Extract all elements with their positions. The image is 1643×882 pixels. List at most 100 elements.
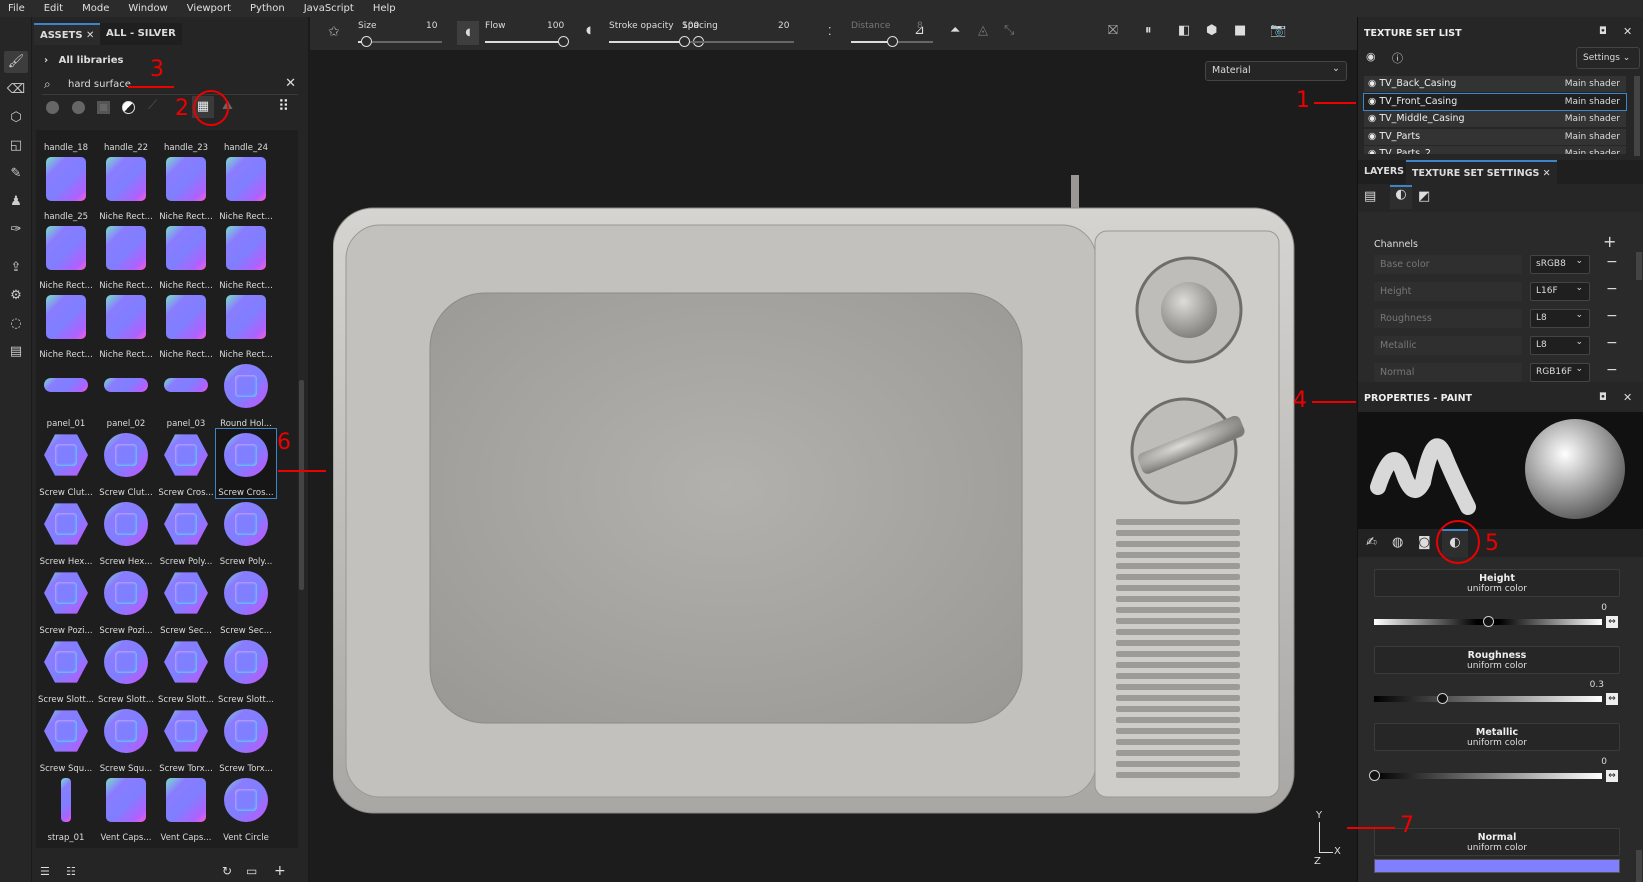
asset-tile[interactable]: Round Hol... bbox=[216, 360, 276, 429]
document-icon[interactable]: ▤ bbox=[4, 341, 28, 363]
asset-tile[interactable]: Screw Pozi... bbox=[36, 567, 96, 636]
polygon-fill-tool-icon[interactable]: ◱ bbox=[4, 135, 28, 157]
shader-dropdown[interactable]: Main shader bbox=[1565, 111, 1620, 127]
clear-search-icon[interactable]: ✕ bbox=[285, 76, 296, 91]
close-panel-icon[interactable]: ✕ bbox=[1623, 25, 1632, 38]
eraser-tool-icon[interactable]: ⌫ bbox=[4, 79, 28, 101]
menu-python[interactable]: Python bbox=[250, 3, 285, 14]
slider-handle[interactable] bbox=[679, 36, 691, 47]
asset-tile[interactable]: Screw Clut... bbox=[36, 429, 96, 498]
menu-mode[interactable]: Mode bbox=[82, 3, 109, 14]
asset-tile[interactable]: Niche Rect... bbox=[36, 291, 96, 360]
eye-icon[interactable]: ◉ bbox=[1368, 96, 1379, 107]
texture-set-row[interactable]: ◉ TV_Front_Casing Main shader bbox=[1363, 92, 1627, 111]
texture-list-scrollbar[interactable] bbox=[1634, 76, 1640, 156]
viewport-mode-dropdown[interactable]: Material ⌄ bbox=[1205, 61, 1347, 81]
shader-dropdown[interactable]: Main shader bbox=[1565, 129, 1620, 145]
slider-handle[interactable] bbox=[887, 36, 898, 47]
asset-tile[interactable]: Screw Hex... bbox=[36, 498, 96, 567]
import-icon[interactable]: ☰ bbox=[40, 865, 50, 878]
undock-icon[interactable]: ◘ bbox=[1599, 26, 1607, 37]
asset-tile[interactable]: Screw Slott... bbox=[96, 636, 156, 705]
asset-tile[interactable]: Niche Rect... bbox=[96, 222, 156, 291]
slider-handle[interactable] bbox=[1369, 770, 1380, 781]
close-panel-icon[interactable]: ✕ bbox=[1623, 391, 1632, 404]
asset-tile[interactable]: Vent Circle bbox=[216, 774, 276, 843]
asset-tile[interactable]: Screw Hex... bbox=[96, 498, 156, 567]
symmetry-icon[interactable]: ⏶ bbox=[950, 23, 960, 38]
grid-view-icon[interactable]: ⠿ bbox=[278, 97, 289, 115]
asset-tile[interactable]: Niche Rect... bbox=[156, 153, 216, 222]
bake-icon[interactable]: ◌ bbox=[4, 313, 28, 335]
texture-set-row[interactable]: ◉ TV_Back_Casing Main shader bbox=[1364, 76, 1626, 92]
link-value-icon[interactable]: ⇔ bbox=[1606, 693, 1618, 705]
texture-set-row[interactable]: ◉ TV_Parts_2 Main shader bbox=[1364, 146, 1626, 154]
texture-set-row[interactable]: ◉ TV_Middle_Casing Main shader bbox=[1364, 111, 1626, 127]
eye-icon[interactable]: ◉ bbox=[1368, 78, 1379, 89]
shader-dropdown[interactable]: Main shader bbox=[1565, 76, 1620, 92]
info-icon[interactable]: ⓘ bbox=[1392, 50, 1403, 66]
asset-tile[interactable]: handle_22 bbox=[96, 130, 156, 153]
add-icon[interactable]: + bbox=[274, 863, 286, 879]
asset-tile[interactable]: Screw Sec... bbox=[156, 567, 216, 636]
texture-set-settings-icon[interactable]: ▤ bbox=[1364, 189, 1376, 204]
asset-tile[interactable]: Niche Rect... bbox=[96, 153, 156, 222]
transform-icon[interactable]: ⤡ bbox=[1004, 23, 1014, 38]
asset-tile[interactable]: Niche Rect... bbox=[216, 153, 276, 222]
smudge-tool-icon[interactable]: ✎ bbox=[4, 163, 28, 185]
breadcrumb[interactable]: › All libraries bbox=[44, 55, 123, 66]
remove-channel-icon[interactable]: − bbox=[1606, 281, 1618, 297]
material-channel-box[interactable]: Metallic uniform color bbox=[1374, 723, 1620, 751]
hide-icon[interactable]: ⛝ bbox=[1108, 23, 1118, 38]
asset-tile[interactable]: Screw Slott... bbox=[36, 636, 96, 705]
channels-icon[interactable]: ◐ bbox=[1390, 185, 1412, 209]
settings-dropdown[interactable]: Settings ⌄ bbox=[1576, 47, 1640, 69]
asset-tile[interactable]: handle_24 bbox=[216, 130, 276, 153]
asset-tile[interactable]: Niche Rect... bbox=[216, 291, 276, 360]
color-picker-icon[interactable]: ✑ bbox=[4, 219, 28, 241]
smart-mask-icon[interactable] bbox=[122, 101, 135, 114]
channel-format-dropdown[interactable]: L8 bbox=[1530, 307, 1590, 328]
link-value-icon[interactable]: ⇔ bbox=[1606, 770, 1618, 782]
asset-tile[interactable]: handle_25 bbox=[36, 153, 96, 222]
asset-tile[interactable]: Screw Torx... bbox=[156, 705, 216, 774]
search-input[interactable]: hard surface bbox=[68, 79, 131, 90]
folder-icon[interactable]: ▭ bbox=[246, 864, 257, 878]
material-slider[interactable] bbox=[1374, 616, 1602, 627]
normal-color-swatch[interactable] bbox=[1374, 859, 1620, 873]
channels-scrollbar[interactable] bbox=[1636, 252, 1642, 280]
eye-icon[interactable]: ◉ bbox=[1368, 113, 1379, 124]
slider-handle[interactable] bbox=[558, 36, 569, 47]
brush-preset-icon[interactable]: ✩ bbox=[328, 24, 340, 40]
brush-icon[interactable]: ⟋ bbox=[148, 98, 157, 113]
asset-tile[interactable]: Screw Sec... bbox=[216, 567, 276, 636]
slider-handle[interactable] bbox=[1483, 616, 1494, 627]
close-icon[interactable]: ✕ bbox=[86, 30, 94, 41]
add-channel-icon[interactable]: + bbox=[1603, 232, 1616, 251]
asset-tile[interactable]: Screw Clut... bbox=[96, 429, 156, 498]
asset-tile[interactable]: Screw Pozi... bbox=[96, 567, 156, 636]
menu-file[interactable]: File bbox=[8, 3, 25, 14]
pause-icon[interactable]: ⏸ bbox=[1145, 23, 1152, 38]
asset-tile[interactable]: panel_03 bbox=[156, 360, 216, 429]
remove-channel-icon[interactable]: − bbox=[1606, 362, 1618, 378]
asset-tile[interactable]: Niche Rect... bbox=[36, 222, 96, 291]
asset-tile[interactable]: panel_01 bbox=[36, 360, 96, 429]
remove-channel-icon[interactable]: − bbox=[1606, 335, 1618, 351]
slider-track[interactable] bbox=[682, 41, 794, 43]
menu-viewport[interactable]: Viewport bbox=[187, 3, 231, 14]
asset-tile[interactable]: strap_01 bbox=[36, 774, 96, 843]
eye-icon[interactable]: ◉ bbox=[1368, 131, 1379, 142]
tab-assets[interactable]: ASSETS ✕ bbox=[34, 23, 101, 45]
projection-tool-icon[interactable]: ⬡ bbox=[4, 107, 28, 129]
asset-tile[interactable]: Screw Cros... bbox=[156, 429, 216, 498]
asset-tile[interactable]: Vent Caps... bbox=[96, 774, 156, 843]
properties-scrollbar[interactable] bbox=[1636, 850, 1642, 882]
asset-tile[interactable]: Screw Poly... bbox=[156, 498, 216, 567]
screenshot-icon[interactable]: 📷 bbox=[1270, 23, 1286, 38]
paint-brush-tool-icon[interactable]: 🖌 bbox=[4, 51, 28, 73]
menu-javascript[interactable]: JavaScript bbox=[304, 3, 354, 14]
asset-tile[interactable]: Niche Rect... bbox=[96, 291, 156, 360]
mask-icon[interactable] bbox=[97, 101, 110, 114]
eye-icon[interactable]: ◉ bbox=[1368, 148, 1379, 154]
